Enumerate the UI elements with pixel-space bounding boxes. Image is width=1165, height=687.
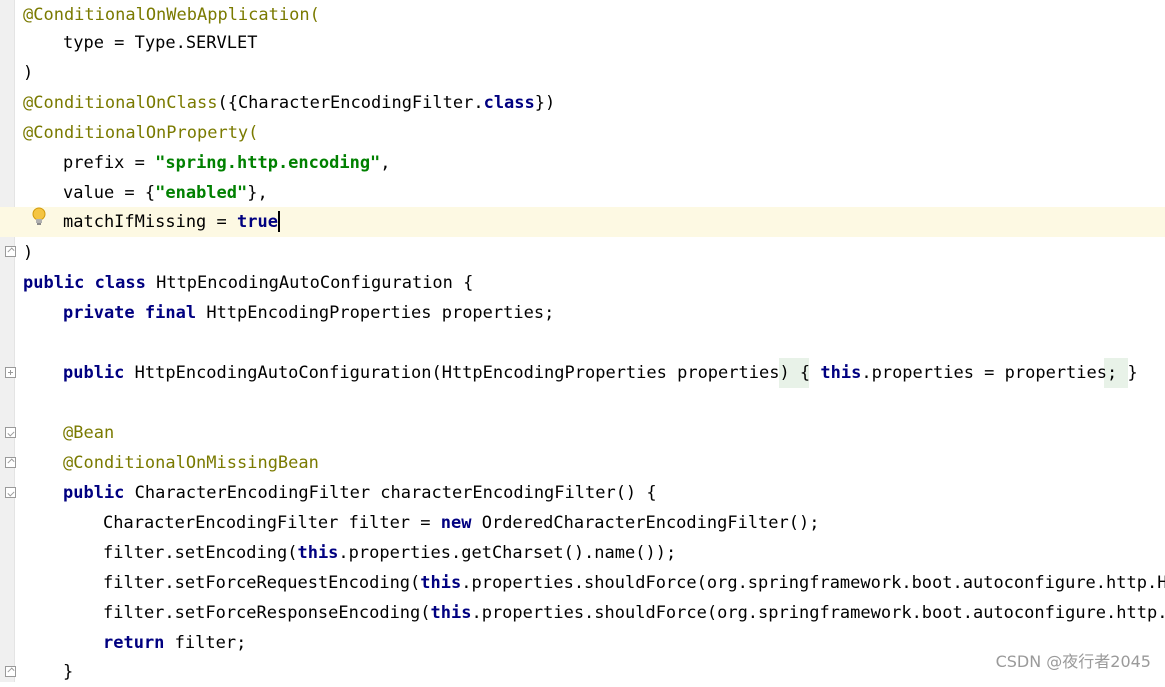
- text-caret: [278, 211, 280, 232]
- code-line: prefix = "spring.http.encoding",: [0, 148, 1165, 178]
- code-line: type = Type.SERVLET: [0, 28, 1165, 58]
- code-line: ): [0, 58, 1165, 88]
- fold-end-icon[interactable]: [5, 666, 16, 677]
- code-line: private final HttpEncodingProperties pro…: [0, 298, 1165, 328]
- code-text: @ConditionalOnMissingBean: [63, 453, 319, 473]
- code-line: public CharacterEncodingFilter character…: [0, 478, 1165, 508]
- code-text: type = Type.SERVLET: [63, 33, 258, 53]
- code-line: return filter;: [0, 628, 1165, 658]
- code-line: @Bean: [0, 418, 1165, 448]
- code-text: @Bean: [63, 423, 115, 443]
- code-line: filter.setForceRequestEncoding(this.prop…: [0, 568, 1165, 598]
- code-line: @ConditionalOnProperty(: [0, 118, 1165, 148]
- code-text: @ConditionalOnClass({CharacterEncodingFi…: [23, 93, 556, 113]
- code-text: ): [23, 63, 34, 83]
- code-line: value = {"enabled"},: [0, 178, 1165, 208]
- code-text: CharacterEncodingFilter filter = new Ord…: [103, 513, 820, 533]
- code-text: ): [23, 243, 34, 263]
- code-line: @ConditionalOnClass({CharacterEncodingFi…: [0, 88, 1165, 118]
- code-text: public HttpEncodingAutoConfiguration(Htt…: [63, 363, 1138, 383]
- code-line: @ConditionalOnWebApplication(: [0, 0, 1165, 30]
- code-line: @ConditionalOnMissingBean: [0, 448, 1165, 478]
- code-text: matchIfMissing = true: [63, 212, 278, 232]
- fold-start-icon[interactable]: [5, 427, 16, 438]
- code-line: ): [0, 238, 1165, 268]
- code-text: @ConditionalOnProperty(: [23, 123, 259, 143]
- code-text: value = {"enabled"},: [63, 183, 268, 203]
- code-text: return filter;: [103, 633, 247, 653]
- code-text: filter.setForceResponseEncoding(this.pro…: [103, 603, 1165, 623]
- code-line: public class HttpEncodingAutoConfigurati…: [0, 268, 1165, 298]
- fold-end-icon[interactable]: [5, 246, 16, 257]
- code-line: filter.setEncoding(this.properties.getCh…: [0, 538, 1165, 568]
- code-editor[interactable]: @ConditionalOnWebApplication( type = Typ…: [0, 0, 1165, 682]
- code-line: public HttpEncodingAutoConfiguration(Htt…: [0, 358, 1165, 388]
- code-text: prefix = "spring.http.encoding",: [63, 153, 391, 173]
- code-text: filter.setEncoding(this.properties.getCh…: [103, 543, 677, 563]
- code-line: CharacterEncodingFilter filter = new Ord…: [0, 508, 1165, 538]
- current-line: matchIfMissing = true: [0, 207, 1165, 237]
- watermark: CSDN @夜行者2045: [995, 652, 1151, 671]
- fold-end-icon[interactable]: [5, 457, 16, 468]
- code-text: @ConditionalOnWebApplication(: [23, 5, 320, 25]
- lightbulb-icon[interactable]: [32, 207, 46, 227]
- fold-start-icon[interactable]: [5, 487, 16, 498]
- code-text: public class HttpEncodingAutoConfigurati…: [23, 273, 474, 293]
- code-line: filter.setForceResponseEncoding(this.pro…: [0, 598, 1165, 628]
- code-text: filter.setForceRequestEncoding(this.prop…: [103, 573, 1165, 593]
- fold-expand-icon[interactable]: [5, 367, 16, 378]
- code-text: public CharacterEncodingFilter character…: [63, 483, 657, 503]
- code-text: }: [63, 662, 74, 682]
- code-text: private final HttpEncodingProperties pro…: [63, 303, 555, 323]
- code-line: }: [0, 657, 1165, 687]
